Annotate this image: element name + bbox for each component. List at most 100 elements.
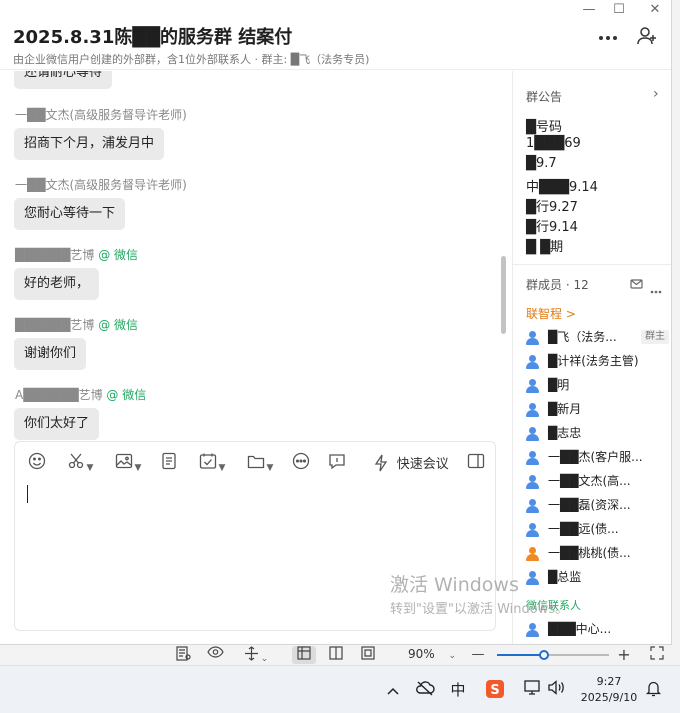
message-bubble[interactable]: 好的老师， <box>14 268 100 300</box>
normal-view-icon[interactable] <box>292 646 316 664</box>
network-icon[interactable] <box>522 680 544 700</box>
member-item[interactable]: 一██桃桃(债... <box>526 543 671 563</box>
doc-icon[interactable] <box>159 452 179 474</box>
message-bubble[interactable]: 招商下个月，浦发月中 <box>14 128 165 160</box>
avatar-icon <box>526 522 540 537</box>
activation-watermark-title: 激活 Windows <box>390 574 519 596</box>
avatar-icon <box>526 450 540 465</box>
sender-name: 一██文杰(高级服务督导许老师) <box>15 108 187 122</box>
zoom-out-button[interactable]: — <box>470 646 486 664</box>
members-title[interactable]: 群成员 · 12 <box>526 276 589 293</box>
message-list[interactable]: 还请耐心等待 一██文杰(高级服务督导许老师) 招商下个月，浦发月中 一██文杰… <box>0 71 510 441</box>
group-info-panel: 群公告 › █号码 1███69 █9.7 中███9.14 █行9.27 █行… <box>512 71 671 644</box>
org-group-link[interactable]: 联智程 > <box>526 305 576 322</box>
message-bubble[interactable]: 你们太好了 <box>14 408 100 440</box>
notice-line: █行9.27 <box>526 200 578 215</box>
chevron-right-icon[interactable]: › <box>653 86 659 102</box>
zoom-level[interactable]: 90% ⌄ <box>408 647 456 661</box>
more-icon[interactable] <box>595 25 621 47</box>
screenshot-icon[interactable]: ▼ <box>63 452 97 474</box>
svg-text:S: S <box>490 683 499 698</box>
notice-line: █9.7 <box>526 156 557 171</box>
quick-meeting-label: 快速会议 <box>396 457 449 472</box>
member-item[interactable]: █计祥(法务主管) <box>526 351 671 371</box>
more-tools-icon[interactable] <box>291 452 311 474</box>
member-item[interactable]: 一██远(债... <box>526 519 671 539</box>
avatar-icon <box>526 426 540 441</box>
member-item[interactable]: █明 <box>526 375 671 395</box>
avatar-icon <box>526 474 540 489</box>
zoom-slider-knob[interactable] <box>539 650 550 660</box>
schedule-icon[interactable]: ▼ <box>195 452 229 474</box>
notice-line: █行9.14 <box>526 220 578 235</box>
divider <box>513 264 671 265</box>
document-status-bar: ⌄ 90% ⌄ — + <box>0 645 680 665</box>
chat-header: 2025.8.31陈██的服务群 结案付 由企业微信用户创建的外部群，含1位外部… <box>0 0 671 70</box>
owner-badge: 群主 <box>641 330 669 344</box>
cloud-offline-icon[interactable] <box>414 680 436 700</box>
notice-line: 1███69 <box>526 136 581 151</box>
zoom-in-button[interactable]: + <box>616 646 632 664</box>
ime-indicator[interactable]: 中 <box>448 680 468 700</box>
clock-time: 9:27 <box>596 675 622 688</box>
avatar-icon <box>526 622 540 637</box>
message-bubble[interactable]: 您耐心等待一下 <box>14 198 126 230</box>
zoom-slider[interactable] <box>497 650 609 660</box>
avatar-icon <box>526 546 540 561</box>
member-item[interactable]: █志忠 <box>526 423 671 443</box>
member-item[interactable]: 一██文杰(高... <box>526 471 671 491</box>
system-clock[interactable]: 9:27 2025/9/10 <box>576 674 642 706</box>
web-view-icon[interactable] <box>326 646 346 664</box>
message-bubble[interactable]: 谢谢你们 <box>14 338 87 370</box>
eye-icon[interactable] <box>206 646 224 664</box>
avatar-icon <box>526 330 540 345</box>
message-bubble[interactable]: 还请耐心等待 <box>14 71 113 89</box>
wecom-group-chat-window: 2025.8.31陈██的服务群 结案付 由企业微信用户创建的外部群，含1位外部… <box>0 0 672 645</box>
mail-icon[interactable] <box>630 275 643 294</box>
avatar-icon <box>526 402 540 417</box>
quick-meeting-button[interactable]: 快速会议 <box>373 452 457 474</box>
folder-icon[interactable]: ▼ <box>243 452 277 474</box>
sogou-ime-icon[interactable]: S <box>484 680 506 700</box>
chevron-up-icon[interactable] <box>384 680 402 700</box>
close-button[interactable]: ✕ <box>641 2 669 18</box>
notice-line: 中███9.14 <box>526 180 598 195</box>
notice-line: █ █期 <box>526 240 564 255</box>
member-item[interactable]: 一██杰(客户服... <box>526 447 671 467</box>
wechat-contact-item[interactable]: ███中心... <box>526 619 671 639</box>
text-cursor <box>27 485 28 503</box>
message-scrollbar[interactable] <box>501 256 506 334</box>
maximize-button[interactable]: ☐ <box>605 2 633 18</box>
members-more-icon[interactable] <box>650 279 662 298</box>
avatar-icon <box>526 570 540 585</box>
member-item[interactable]: █飞（法务... 群主 <box>526 327 671 347</box>
sender-name: 一██文杰(高级服务督导许老师) <box>15 178 187 192</box>
image-icon[interactable]: ▼ <box>111 452 145 474</box>
sidebar-toggle-icon[interactable] <box>465 452 487 474</box>
sender-name: ██████艺博 @ 微信 <box>15 248 139 262</box>
member-item[interactable]: 一██磊(资深... <box>526 495 671 515</box>
group-title: 2025.8.31陈██的服务群 结案付 <box>13 27 293 48</box>
chat-record-icon[interactable] <box>327 452 347 474</box>
sender-name: A██████艺博 @ 微信 <box>15 388 147 402</box>
navigation-icon[interactable]: ⌄ <box>242 646 270 664</box>
read-view-icon[interactable] <box>358 646 378 664</box>
notice-title[interactable]: 群公告 <box>526 88 562 105</box>
notification-bell-icon[interactable] <box>644 680 662 700</box>
activation-watermark-hint: 转到"设置"以激活 Windows。 <box>390 602 569 617</box>
member-item[interactable]: █新月 <box>526 399 671 419</box>
windows-taskbar: 中 S 9:27 2025/9/10 <box>0 665 680 713</box>
zoom-slider-fill <box>497 654 545 656</box>
avatar-icon <box>526 378 540 393</box>
volume-icon[interactable] <box>546 680 566 700</box>
add-member-icon[interactable] <box>634 25 660 47</box>
minimize-button[interactable]: — <box>575 2 603 18</box>
emoji-icon[interactable] <box>27 452 47 474</box>
notice-line: █号码 <box>526 120 562 135</box>
member-item[interactable]: █总监 <box>526 567 671 587</box>
clock-date: 2025/9/10 <box>580 691 638 704</box>
page-settings-icon[interactable] <box>174 646 192 664</box>
sender-name: ██████艺博 @ 微信 <box>15 318 139 332</box>
group-subtitle: 由企业微信用户创建的外部群，含1位外部联系人 · 群主: █飞（法务专员) <box>13 53 370 66</box>
fullscreen-icon[interactable] <box>648 646 666 664</box>
